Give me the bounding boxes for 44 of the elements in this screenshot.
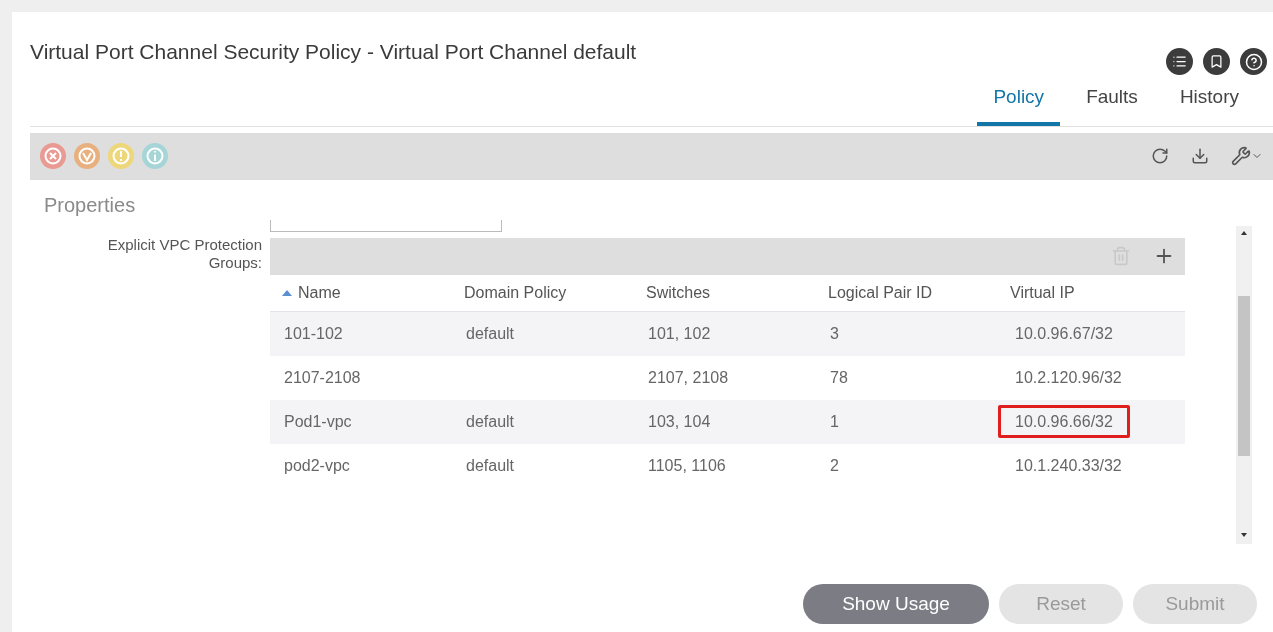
tab[interactable]: Faults [1070,77,1154,126]
table-cell: 2107, 2108 [648,368,729,386]
table-cell: default [466,456,515,474]
tab[interactable]: Policy [977,77,1061,126]
field-label: Explicit VPC Protection Groups: [106,235,262,273]
table-cell: 101, 102 [648,324,711,342]
column-header[interactable]: Logical Pair ID [828,280,933,305]
table-cell: 1105, 1106 [648,456,726,474]
action-button[interactable]: Show Usage [803,584,989,624]
table-cell: 78 [830,368,848,386]
table-row[interactable]: Pod1-vpc default 103, 104 1 10.0.96.66/32 [270,399,1185,444]
tools-icon[interactable] [1231,146,1263,166]
list-icon[interactable] [1166,48,1193,75]
table-cell: 103, 104 [648,412,711,430]
table-cell: 101-102 [284,324,343,342]
table-cell: 3 [830,324,839,342]
refresh-icon[interactable] [1151,147,1169,165]
window-title: Virtual Port Channel Security Policy - Virtual Port Channel default [30,39,637,65]
scrollbar[interactable] [1236,225,1252,544]
table-cell-text: 10.1.240.33/32 [1014,455,1123,476]
tab[interactable]: History [1163,77,1255,126]
section-title: Properties [43,192,136,218]
column-header[interactable]: Domain Policy [464,280,567,305]
table-row[interactable]: 101-102 default 101, 102 3 10.0.96.67/32 [270,311,1185,356]
table-cell-text: 10.0.96.67/32 [1014,323,1114,344]
table-cell: 2 [830,456,839,474]
table-cell: pod2-vpc [284,456,350,474]
major-fault-icon[interactable] [72,141,102,171]
table-cell-text: 10.2.120.96/32 [1014,367,1123,388]
table-cell: 10.0.96.66/32 [998,404,1130,438]
table-cell: default [466,412,515,430]
column-header[interactable]: Switches [646,280,711,305]
column-header[interactable]: Virtual IP [1010,280,1075,305]
table-cell: default [466,324,515,342]
download-icon[interactable] [1191,147,1209,165]
table-cell: 2107-2108 [284,368,361,386]
column-header[interactable]: Name [298,280,341,305]
help-icon[interactable] [1240,48,1267,75]
sort-ascending-icon[interactable] [282,289,292,296]
input-field[interactable] [270,219,502,232]
table-cell: 1 [830,412,839,430]
table-cell: Pod1-vpc [284,412,352,430]
bookmark-icon[interactable] [1203,48,1230,75]
critical-fault-icon[interactable] [38,141,68,171]
